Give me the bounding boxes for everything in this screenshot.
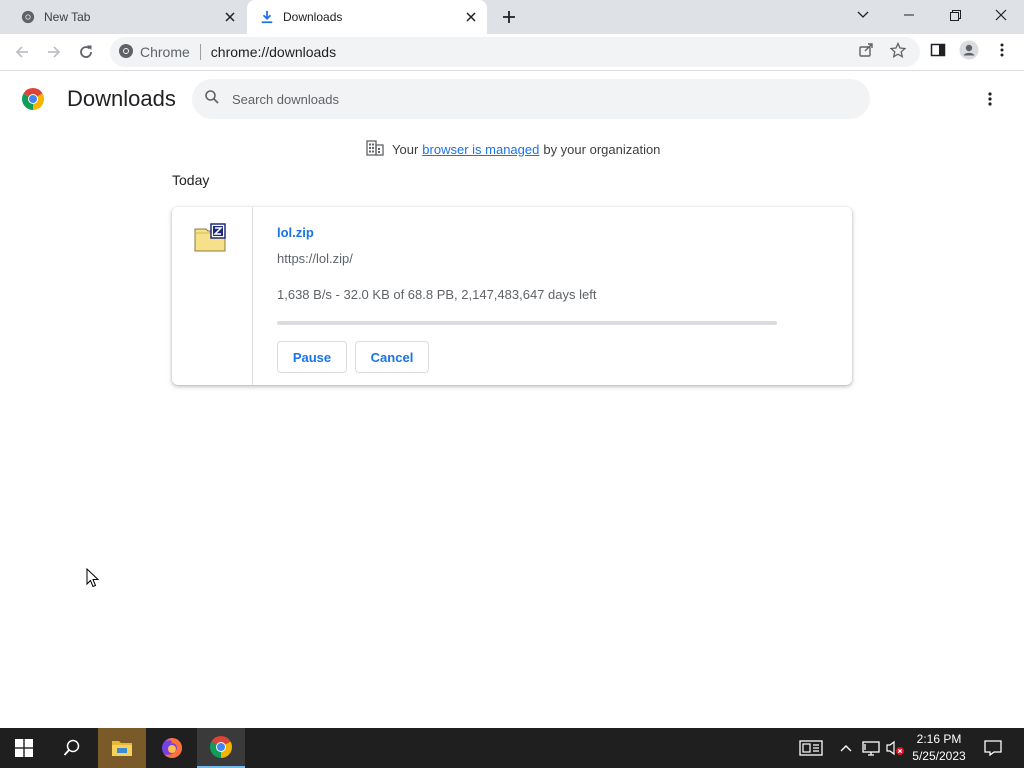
file-icon-column bbox=[172, 207, 253, 385]
browser-toolbar: Chrome chrome://downloads bbox=[0, 34, 1024, 71]
taskbar-file-explorer[interactable] bbox=[98, 728, 146, 768]
progress-bar bbox=[277, 321, 777, 325]
download-icon bbox=[259, 9, 275, 25]
network-button[interactable] bbox=[860, 728, 882, 768]
taskbar-clock[interactable]: 2:16 PM 5/25/2023 bbox=[906, 731, 972, 765]
star-icon bbox=[890, 42, 906, 58]
site-label: Chrome bbox=[140, 44, 190, 60]
new-tab-button[interactable] bbox=[498, 6, 520, 28]
reload-button[interactable] bbox=[72, 38, 100, 66]
taskbar-chrome[interactable] bbox=[197, 728, 245, 768]
downloads-menu-button[interactable] bbox=[978, 87, 1002, 111]
minimize-button[interactable] bbox=[886, 0, 932, 30]
forward-button[interactable] bbox=[40, 38, 68, 66]
arrow-left-icon bbox=[15, 46, 28, 58]
more-vert-icon bbox=[988, 92, 992, 106]
browser-menu-button[interactable] bbox=[990, 38, 1014, 62]
tab-title: Downloads bbox=[283, 10, 343, 24]
search-icon bbox=[63, 739, 80, 756]
managed-suffix: by your organization bbox=[543, 141, 661, 157]
bookmark-button[interactable] bbox=[886, 38, 910, 62]
avatar-icon bbox=[959, 40, 979, 60]
chrome-logo-icon bbox=[21, 87, 45, 111]
download-item-card: lol.zip https://lol.zip/ 1,638 B/s - 32.… bbox=[172, 207, 852, 385]
firefox-icon bbox=[162, 738, 182, 758]
chrome-favicon-icon bbox=[20, 9, 36, 25]
chrome-icon bbox=[118, 43, 134, 62]
notifications-button[interactable] bbox=[978, 728, 1008, 768]
download-status: 1,638 B/s - 32.0 KB of 68.8 PB, 2,147,48… bbox=[277, 287, 597, 302]
chevron-down-icon bbox=[857, 11, 869, 18]
close-tab-icon[interactable] bbox=[220, 7, 240, 27]
zip-file-icon bbox=[194, 223, 230, 253]
side-panel-icon bbox=[930, 43, 946, 57]
tab-strip: New Tab Downloads bbox=[0, 0, 1024, 34]
taskbar-firefox[interactable] bbox=[148, 728, 196, 768]
pause-button[interactable]: Pause bbox=[277, 341, 347, 373]
address-bar[interactable]: Chrome chrome://downloads bbox=[110, 37, 920, 67]
chrome-icon bbox=[210, 736, 232, 758]
mouse-cursor-icon bbox=[86, 568, 100, 588]
restore-button[interactable] bbox=[932, 0, 978, 30]
search-icon bbox=[204, 89, 220, 110]
arrow-right-icon bbox=[48, 46, 61, 58]
folder-icon bbox=[112, 741, 132, 756]
tab-title: New Tab bbox=[44, 10, 91, 24]
close-icon bbox=[995, 9, 1007, 21]
building-icon bbox=[366, 139, 384, 159]
clock-date: 5/25/2023 bbox=[912, 749, 966, 763]
taskbar-search-button[interactable] bbox=[48, 728, 96, 768]
reload-icon bbox=[80, 45, 92, 58]
url-text[interactable]: chrome://downloads bbox=[211, 44, 336, 60]
cancel-button[interactable]: Cancel bbox=[355, 341, 429, 373]
tab-new-tab[interactable]: New Tab bbox=[0, 0, 246, 34]
notification-icon bbox=[984, 740, 1002, 756]
managed-link[interactable]: browser is managed bbox=[422, 142, 539, 157]
side-panel-button[interactable] bbox=[926, 38, 950, 62]
share-icon bbox=[859, 43, 873, 57]
show-hidden-icons-button[interactable] bbox=[836, 728, 856, 768]
page-title: Downloads bbox=[67, 86, 176, 111]
share-button[interactable] bbox=[854, 38, 878, 62]
volume-button[interactable] bbox=[884, 728, 906, 768]
tab-search-button[interactable] bbox=[840, 0, 886, 30]
file-name-link[interactable]: lol.zip bbox=[277, 225, 314, 240]
chevron-up-icon bbox=[840, 745, 852, 752]
source-url[interactable]: https://lol.zip/ bbox=[277, 251, 353, 266]
clock-time: 2:16 PM bbox=[916, 732, 962, 746]
windows-logo-icon bbox=[15, 739, 33, 757]
managed-notice: Your browser is managed by your organiza… bbox=[366, 139, 661, 159]
close-tab-icon[interactable] bbox=[461, 7, 481, 27]
volume-muted-icon bbox=[886, 740, 904, 756]
network-icon bbox=[862, 741, 880, 756]
search-bar[interactable] bbox=[192, 79, 870, 119]
news-widget-button[interactable] bbox=[796, 728, 826, 768]
news-icon bbox=[799, 740, 823, 756]
omnibox-divider bbox=[199, 44, 201, 60]
close-window-button[interactable] bbox=[978, 0, 1024, 30]
restore-icon bbox=[949, 9, 961, 21]
managed-prefix: Your bbox=[392, 141, 419, 157]
search-input[interactable] bbox=[232, 91, 832, 107]
date-header: Today bbox=[172, 172, 210, 188]
tab-downloads[interactable]: Downloads bbox=[247, 0, 487, 34]
back-button[interactable] bbox=[8, 38, 36, 66]
start-button[interactable] bbox=[0, 728, 48, 768]
minimize-icon bbox=[904, 14, 914, 16]
windows-taskbar: 2:16 PM 5/25/2023 bbox=[0, 728, 1024, 768]
profile-button[interactable] bbox=[957, 38, 981, 62]
plus-icon bbox=[503, 11, 515, 23]
downloads-page: Downloads Your browser is managed by you… bbox=[0, 72, 1024, 728]
more-vert-icon bbox=[1000, 43, 1004, 57]
